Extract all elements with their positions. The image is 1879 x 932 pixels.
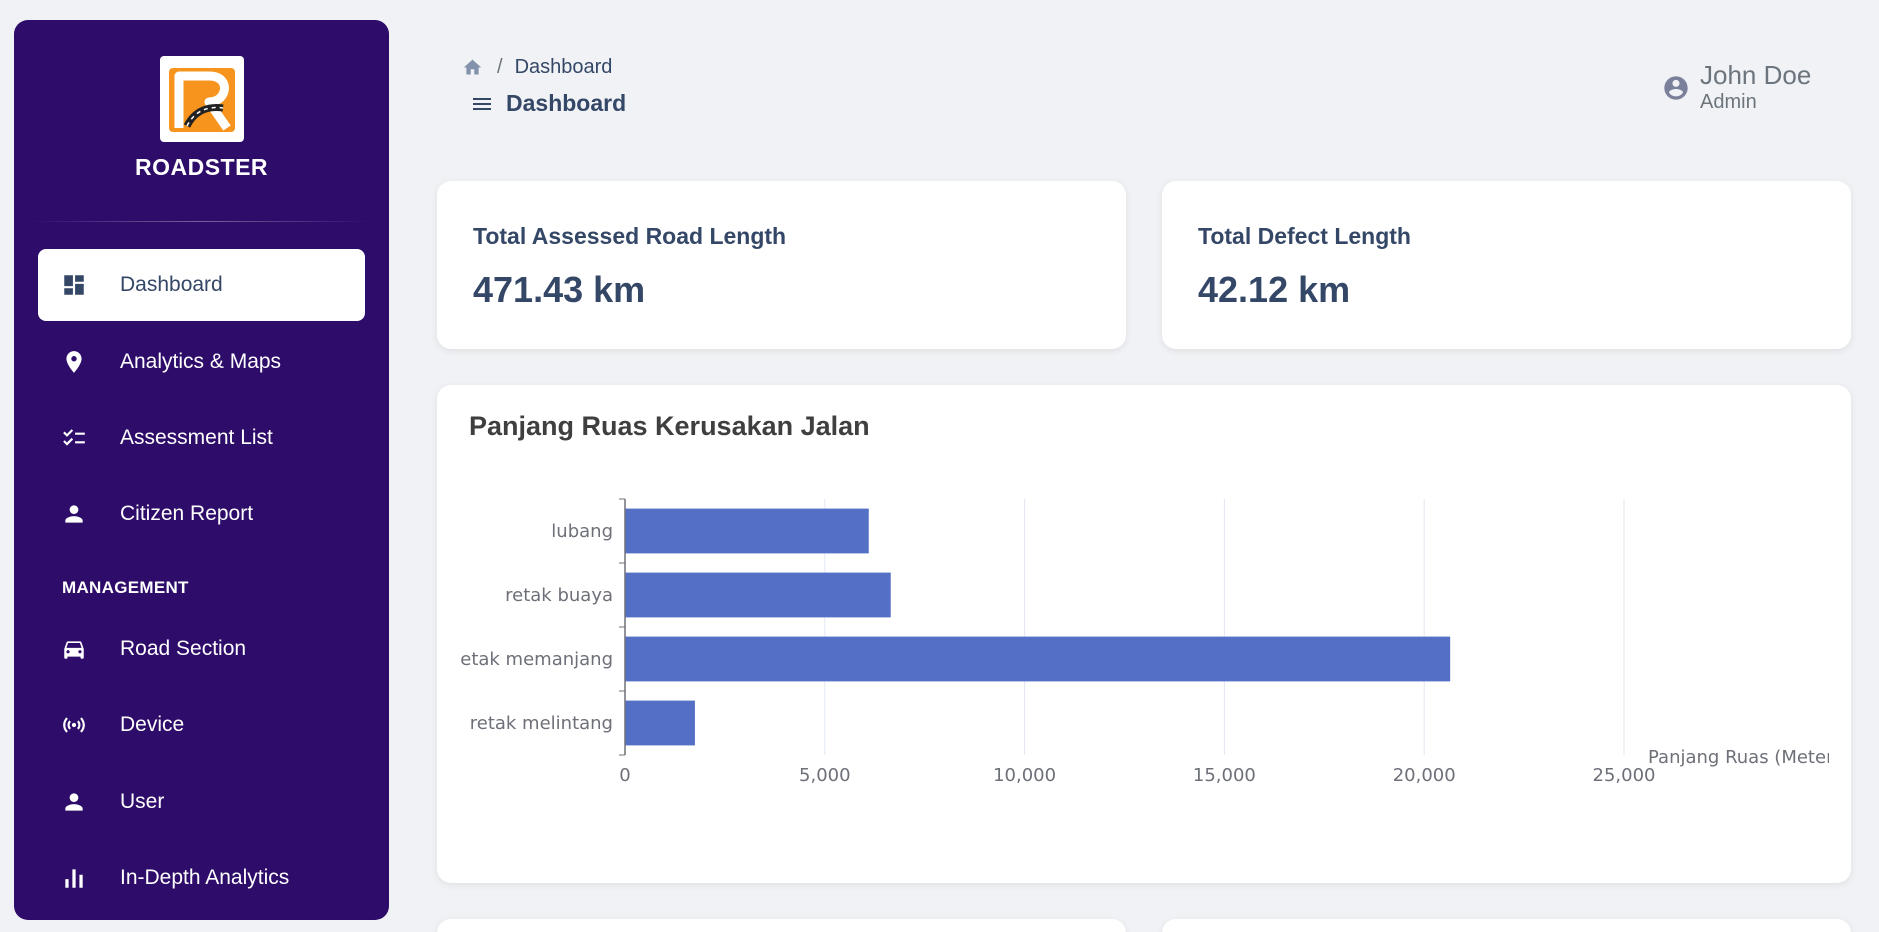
x-tick-label: 25,000 [1593, 765, 1656, 786]
x-axis-label: Panjang Ruas (Meter) [1648, 747, 1841, 768]
menu-icon[interactable] [470, 92, 494, 116]
bottom-card-right [1162, 919, 1851, 932]
bar-chart-icon [60, 864, 88, 892]
sidebar-divider [30, 221, 373, 222]
bar [625, 572, 891, 618]
sidebar-item-label: Assessment List [120, 426, 273, 449]
sidebar-item-device[interactable]: Device [38, 689, 365, 761]
breadcrumb: / Dashboard [462, 56, 612, 79]
sidebar-item-assessment-list[interactable]: Assessment List [38, 402, 365, 474]
section-title-management: MANAGEMENT [62, 578, 189, 597]
car-icon [60, 635, 88, 663]
sidebar-item-label: User [120, 790, 165, 813]
sidebar-item-label: Device [120, 713, 185, 736]
stat-card-assessed-road-length: Total Assessed Road Length 471.43 km [437, 181, 1126, 349]
road-logo-icon [168, 68, 235, 132]
user-role: Admin [1700, 91, 1757, 113]
stat-label: Total Assessed Road Length [473, 223, 787, 249]
x-tick-label: 20,000 [1393, 765, 1456, 786]
bar [625, 700, 695, 746]
sidebar: ROADSTER Dashboard Analytics & Maps Asse… [14, 20, 389, 920]
x-tick-label: 5,000 [799, 765, 851, 786]
roadster-logo[interactable] [159, 56, 244, 142]
stat-value: 471.43 km [473, 269, 646, 310]
sidebar-item-label: Analytics & Maps [120, 350, 282, 373]
page-title-text: Dashboard [506, 90, 627, 116]
stat-label: Total Defect Length [1198, 223, 1411, 249]
location-pin-icon [60, 348, 88, 376]
x-tick-label: 0 [619, 765, 630, 786]
sidebar-item-label: Citizen Report [120, 502, 254, 525]
sidebar-item-in-depth-analytics[interactable]: In-Depth Analytics [38, 842, 365, 914]
brand: ROADSTER [14, 20, 389, 181]
sidebar-item-analytics-maps[interactable]: Analytics & Maps [38, 326, 365, 398]
chart-card: Panjang Ruas Kerusakan Jalan 0 5,000 10,00… [437, 385, 1851, 883]
dashboard-icon [60, 271, 88, 299]
sidebar-item-label: In-Depth Analytics [120, 866, 290, 889]
stat-card-defect-length: Total Defect Length 42.12 km [1162, 181, 1851, 349]
sidebar-item-road-section[interactable]: Road Section [38, 613, 365, 685]
sidebar-item-user[interactable]: User [38, 766, 365, 838]
person-icon [60, 500, 88, 528]
breadcrumb-separator: / [497, 56, 503, 78]
x-tick-label: 10,000 [993, 765, 1056, 786]
broadcast-icon [60, 711, 88, 739]
home-icon[interactable] [462, 57, 483, 78]
bar-chart: 0 5,000 10,000 15,000 20,000 25,000 lubang reta… [453, 498, 1841, 786]
sidebar-item-citizen-report[interactable]: Citizen Report [38, 478, 365, 550]
y-category-label: lubang [551, 521, 613, 542]
brand-name: ROADSTER [134, 154, 269, 180]
bar [625, 508, 869, 554]
account-circle-icon [1662, 74, 1690, 102]
y-category-label: retak melintang [470, 713, 613, 734]
sidebar-item-dashboard[interactable]: Dashboard [38, 249, 365, 321]
bar [625, 636, 1451, 682]
user-menu[interactable]: John Doe Admin [1662, 60, 1811, 114]
x-tick-label: 15,000 [1193, 765, 1256, 786]
stat-value: 42.12 km [1198, 269, 1351, 310]
y-category-label: retak memanjang [453, 649, 613, 670]
person-icon [60, 788, 88, 816]
bottom-card-left [437, 919, 1126, 932]
y-category-label: retak buaya [505, 585, 613, 606]
user-name: John Doe [1700, 60, 1812, 90]
sidebar-item-label: Road Section [120, 637, 247, 660]
breadcrumb-current: Dashboard [514, 56, 613, 78]
page-title: Dashboard [470, 90, 626, 117]
sidebar-item-label: Dashboard [120, 273, 223, 296]
checklist-icon [60, 424, 88, 452]
